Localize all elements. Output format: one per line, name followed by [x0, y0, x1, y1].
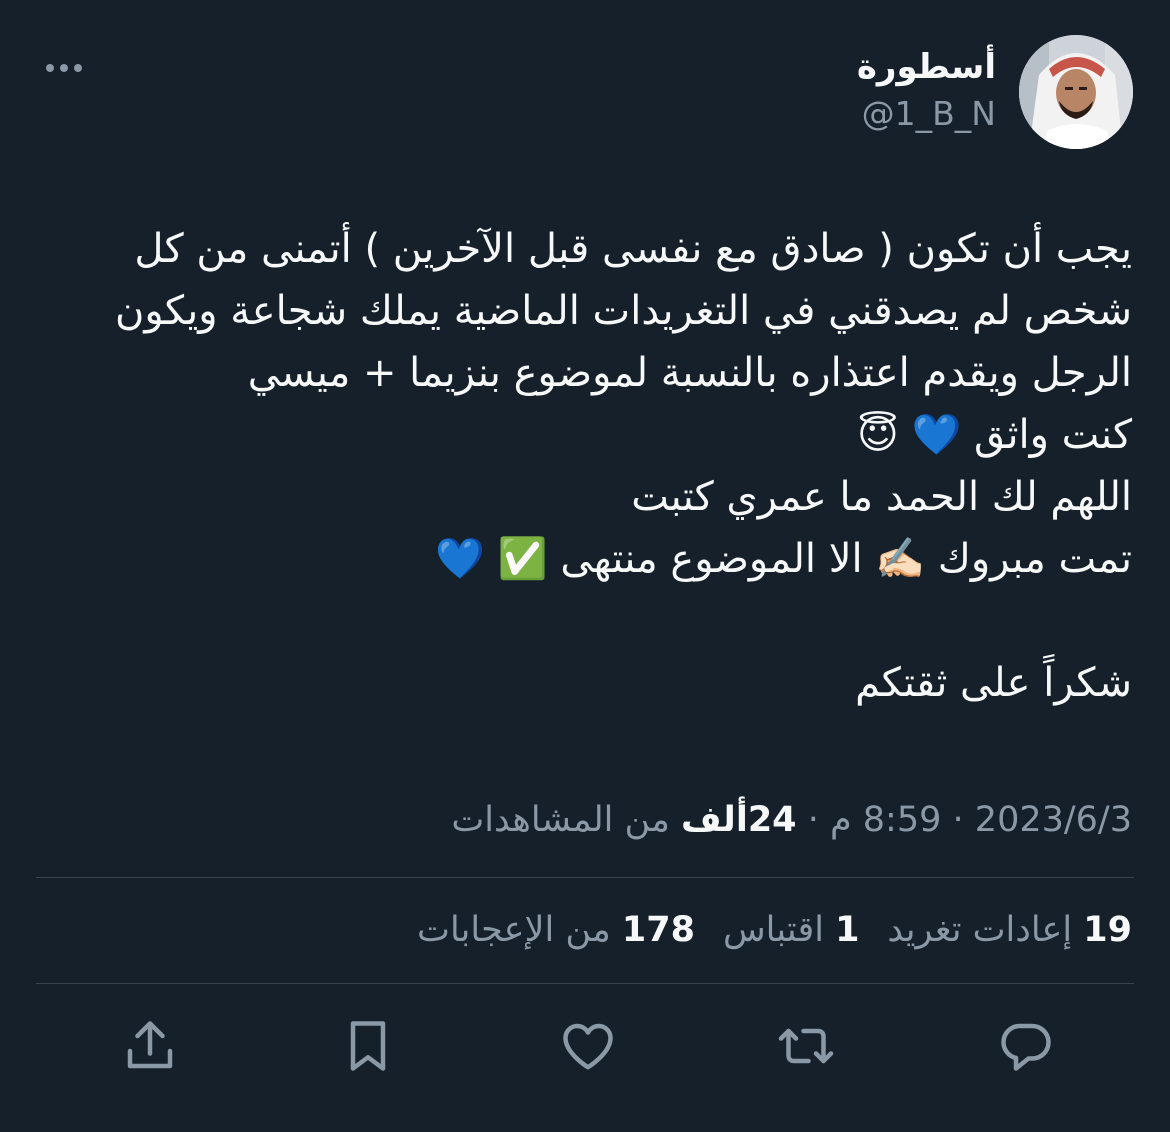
- divider: [36, 877, 1134, 878]
- tweet-line: كنت واثق 💙 😇: [857, 412, 1132, 458]
- views-count: 24ألف: [681, 800, 797, 840]
- share-icon: [127, 1021, 173, 1069]
- retweets-stat[interactable]: 19 إعادات تغريد: [887, 906, 1132, 954]
- retweets-label: إعادات تغريد: [887, 910, 1073, 950]
- meta-separator: ·: [807, 800, 819, 840]
- like-icon: [563, 1023, 613, 1070]
- retweet-icon: [778, 1028, 834, 1064]
- reply-icon: [1001, 1023, 1051, 1071]
- quotes-count: 1: [835, 910, 860, 950]
- tweet-date[interactable]: 2023/6/3: [975, 800, 1132, 840]
- tweet-line: اللهم لك الحمد ما عمري كتبت: [631, 474, 1132, 520]
- user-handle[interactable]: @1_B_N: [857, 92, 996, 136]
- meta-separator: ·: [952, 800, 964, 840]
- views-label: من المشاهدات: [451, 800, 670, 840]
- engagement-stats: 19 إعادات تغريد 1 اقتباس 178 من الإعجابا…: [417, 906, 1132, 954]
- tweet-text: يجب أن تكون ( صادق مع نفسى قبل الآخرين )…: [42, 218, 1132, 714]
- retweets-count: 19: [1083, 910, 1132, 950]
- like-button[interactable]: [556, 1014, 620, 1078]
- tweet-meta: 2023/6/3 · 8:59 م · 24ألف من المشاهدات: [451, 796, 1132, 844]
- action-bar: [0, 1014, 1170, 1084]
- quotes-stat[interactable]: 1 اقتباس: [723, 906, 859, 954]
- more-options-button[interactable]: [38, 52, 90, 84]
- more-icon-dot: [46, 64, 54, 72]
- likes-label: من الإعجابات: [417, 910, 611, 950]
- tweet-line: شكراً على ثقتكم: [855, 660, 1132, 706]
- author-info[interactable]: أسطورة @1_B_N: [857, 44, 996, 136]
- bookmark-button[interactable]: [336, 1014, 400, 1078]
- share-button[interactable]: [118, 1014, 182, 1078]
- more-icon-dot: [74, 64, 82, 72]
- quotes-label: اقتباس: [722, 910, 824, 950]
- divider: [36, 983, 1134, 984]
- tweet-time[interactable]: 8:59 م: [830, 800, 941, 840]
- likes-count: 178: [621, 910, 695, 950]
- reply-button[interactable]: [994, 1014, 1058, 1078]
- display-name[interactable]: أسطورة: [857, 44, 996, 90]
- likes-stat[interactable]: 178 من الإعجابات: [417, 906, 695, 954]
- tweet-line: الرجل ويقدم اعتذاره بالنسبة لموضوع بنزيم…: [247, 350, 1132, 396]
- tweet-line: يجب أن تكون ( صادق مع نفسى قبل الآخرين )…: [134, 226, 1132, 272]
- more-icon-dot: [60, 64, 68, 72]
- bookmark-icon: [350, 1021, 386, 1071]
- retweet-button[interactable]: [774, 1014, 838, 1078]
- avatar[interactable]: [1019, 35, 1133, 149]
- tweet-line: تمت مبروك ✍🏻 الا الموضوع منتهى ✅ 💙: [435, 536, 1132, 582]
- tweet-line: شخص لم يصدقني في التغريدات الماضية يملك …: [114, 288, 1132, 334]
- avatar-image: [1019, 35, 1133, 149]
